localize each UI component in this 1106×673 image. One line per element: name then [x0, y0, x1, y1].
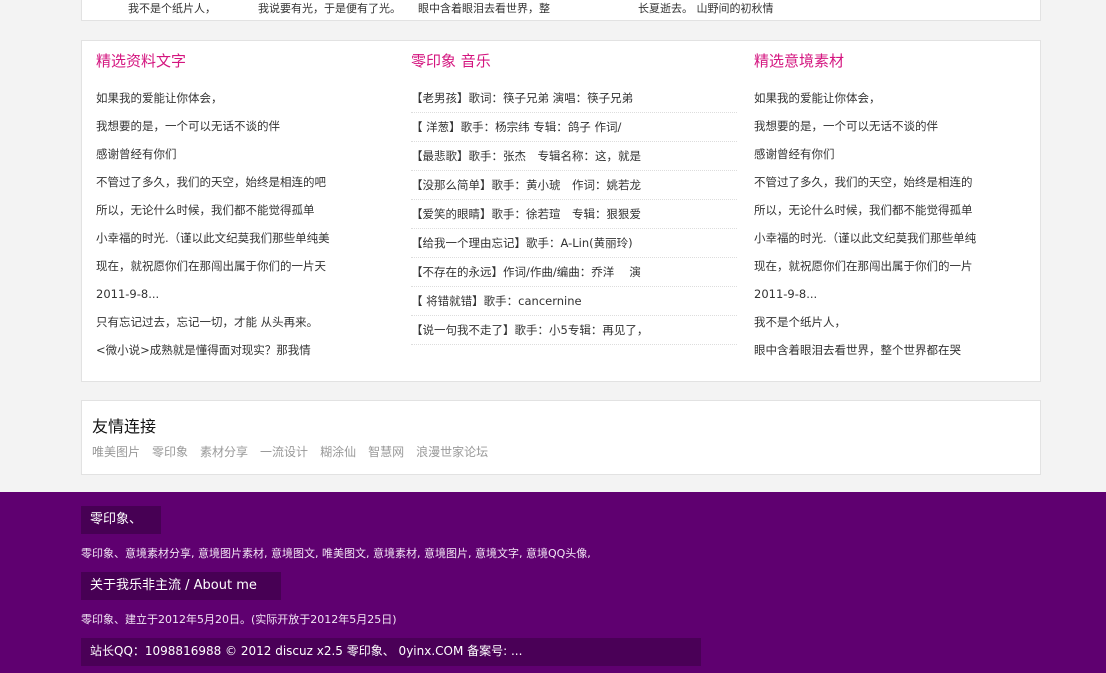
friend-link[interactable]: 一流设计	[260, 445, 308, 459]
friend-link[interactable]: 浪漫世家论坛	[416, 445, 488, 459]
list-item[interactable]: 【 将错就错】歌手：cancernine	[411, 287, 737, 316]
list-item[interactable]: 现在，就祝愿你们在那闯出属于你们的一片天	[96, 252, 330, 280]
footer-tags: 零印象、意境素材分享, 意境图片素材, 意境图文, 唯美图文, 意境素材, 意境…	[81, 547, 591, 560]
list-item[interactable]: 【老男孩】歌词：筷子兄弟 演唱：筷子兄弟	[411, 84, 737, 113]
friend-link[interactable]: 零印象	[152, 445, 188, 459]
list-item[interactable]: 【没那么简单】歌手：黄小琥 作词：姚若龙	[411, 171, 737, 200]
footer-about-heading: 关于我乐非主流 / About me	[81, 572, 281, 600]
top-link[interactable]: 长夏逝去。 山野间的初秋情	[638, 0, 774, 16]
list-item[interactable]: 【 洋葱】歌手：杨宗纬 专辑：鸽子 作词/	[411, 113, 737, 142]
top-link[interactable]: 我不是个纸片人，	[128, 0, 216, 16]
friend-links: 友情连接 唯美图片 零印象 素材分享 一流设计 糊涂仙 智慧网 浪漫世家论坛	[81, 400, 1041, 475]
list-item[interactable]: 【爱笑的眼睛】歌手：徐若瑄 专辑：狠狠爱	[411, 200, 737, 229]
column-title: 精选意境素材	[754, 52, 845, 70]
footer-about-text: 零印象、建立于2012年5月20日。(实际开放于2012年5月25日)	[81, 613, 397, 626]
list-item[interactable]: 我不是个纸片人，	[754, 308, 976, 336]
friend-link[interactable]: 唯美图片	[92, 445, 140, 459]
friend-link[interactable]: 糊涂仙	[320, 445, 356, 459]
list-item[interactable]: 眼中含着眼泪去看世界，整个世界都在哭	[754, 336, 976, 364]
list-item[interactable]: 感谢曾经有你们	[96, 140, 330, 168]
list-item[interactable]: 如果我的爱能让你体会，	[754, 84, 976, 112]
column-title: 精选资料文字	[96, 52, 187, 70]
list-item[interactable]: 2011-9-8...	[96, 280, 330, 308]
list-item[interactable]: 【不存在的永远】作词/作曲/编曲：乔洋 演	[411, 258, 737, 287]
top-link[interactable]: 眼中含着眼泪去看世界，整	[418, 0, 550, 16]
list-item[interactable]: 【说一句我不走了】歌手：小5专辑：再见了，	[411, 316, 737, 345]
list-item[interactable]: 如果我的爱能让你体会，	[96, 84, 330, 112]
list-item[interactable]: 小幸福的时光.（谨以此文纪莫我们那些单纯	[754, 224, 976, 252]
top-link[interactable]: 我说要有光，于是便有了光。	[258, 0, 401, 16]
footer: 零印象、 零印象、意境素材分享, 意境图片素材, 意境图文, 唯美图文, 意境素…	[0, 492, 1106, 673]
list-item[interactable]: 所以，无论什么时候，我们都不能觉得孤单	[754, 196, 976, 224]
footer-copyright: 站长QQ：1098816988 © 2012 discuz x2.5 零印象、 …	[81, 638, 701, 666]
column-title: 零印象 音乐	[411, 52, 491, 70]
list-item[interactable]: 只有忘记过去，忘记一切，才能 从头再来。	[96, 308, 330, 336]
list-item[interactable]: 【最悲歌】歌手：张杰 专辑名称：这，就是	[411, 142, 737, 171]
list-item[interactable]: 不管过了多久，我们的天空，始终是相连的	[754, 168, 976, 196]
list-item[interactable]: 2011-9-8...	[754, 280, 976, 308]
list-item[interactable]: 【给我一个理由忘记】歌手：A-Lin(黄丽玲)	[411, 229, 737, 258]
friend-link[interactable]: 智慧网	[368, 445, 404, 459]
list-item[interactable]: 现在，就祝愿你们在那闯出属于你们的一片	[754, 252, 976, 280]
list-item[interactable]: 我想要的是，一个可以无话不谈的伴	[96, 112, 330, 140]
list-item[interactable]: 感谢曾经有你们	[754, 140, 976, 168]
list-item[interactable]: 不管过了多久，我们的天空，始终是相连的吧	[96, 168, 330, 196]
music-column: 零印象 音乐【老男孩】歌词：筷子兄弟 演唱：筷子兄弟【 洋葱】歌手：杨宗纬 专辑…	[411, 51, 737, 345]
selected-text-column: 精选资料文字如果我的爱能让你体会， 我想要的是，一个可以无话不谈的伴 感谢曾经有你们…	[96, 51, 330, 364]
list-item[interactable]: 小幸福的时光.（谨以此文纪莫我们那些单纯美	[96, 224, 330, 252]
list-item[interactable]: 所以，无论什么时候，我们都不能觉得孤单	[96, 196, 330, 224]
selected-material-column: 精选意境素材如果我的爱能让你体会， 我想要的是，一个可以无话不谈的伴 感谢曾经有你们…	[754, 51, 976, 364]
previous-section: 我不是个纸片人， 我说要有光，于是便有了光。 眼中含着眼泪去看世界，整 长夏逝去…	[81, 0, 1041, 21]
content-panel: 精选资料文字 如果我的爱能让你体会， 我想要的是，一个可以无话不谈的伴 感谢曾经有你们…	[81, 40, 1041, 382]
friend-links-title: 友情连接	[92, 417, 157, 436]
footer-site-heading: 零印象、	[81, 506, 161, 534]
friend-link[interactable]: 素材分享	[200, 445, 248, 459]
list-item[interactable]: <微小说>成熟就是懂得面对现实？那我情	[96, 336, 330, 364]
list-item[interactable]: 我想要的是，一个可以无话不谈的伴	[754, 112, 976, 140]
